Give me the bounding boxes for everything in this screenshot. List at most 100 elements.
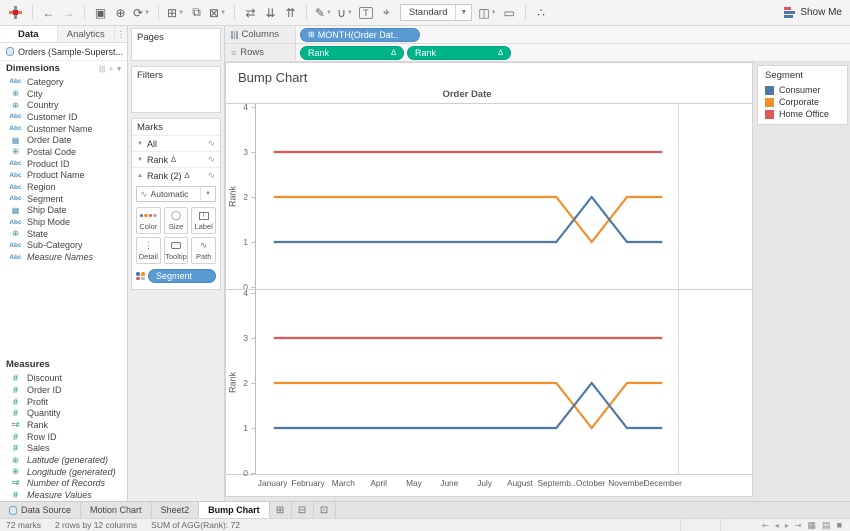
series-line-corporate[interactable] xyxy=(273,195,663,244)
dimension-field[interactable]: Abc Measure Names xyxy=(0,251,127,263)
measure-field[interactable]: # Discount xyxy=(0,372,127,384)
legend-item-home-office[interactable]: Home Office xyxy=(758,108,847,120)
dimension-field[interactable]: ▦ Ship Date xyxy=(0,205,127,217)
rows-pill-rank-2[interactable]: Rank ∆ xyxy=(407,45,511,60)
measure-field[interactable]: =# Number of Records xyxy=(0,478,127,490)
next-sheet-icon[interactable]: ▸ xyxy=(783,521,791,530)
hierarchy-plus-icon[interactable]: ⊞ xyxy=(308,30,315,39)
dimension-field[interactable]: Abc Segment xyxy=(0,193,127,205)
chevron-down-icon[interactable]: ▼ xyxy=(455,5,471,20)
sheet-tab-motion-chart[interactable]: Motion Chart xyxy=(81,502,152,518)
clear-sheet-button[interactable]: ⊠ ▼ xyxy=(207,3,228,23)
view-size-select[interactable]: Standard ▼ xyxy=(399,4,473,21)
highlight-button[interactable]: ✎ ▼ xyxy=(313,3,334,23)
measure-field[interactable]: =# Rank xyxy=(0,419,127,431)
fix-axes-button[interactable]: ⌖ xyxy=(377,3,396,23)
undo-button[interactable]: ← xyxy=(39,3,58,23)
measure-field[interactable]: # Profit xyxy=(0,396,127,408)
measure-field[interactable]: # Measure Values xyxy=(0,489,127,501)
refresh-data-button[interactable]: ⟳ ▼ xyxy=(131,3,152,23)
columns-shelf[interactable]: Columns ⊞ MONTH(Order Dat.. xyxy=(225,26,850,44)
rows-pill-rank-1[interactable]: Rank ∆ xyxy=(300,45,404,60)
show-sheet-sorter-icon[interactable]: ■ xyxy=(835,520,844,530)
legend-item-corporate[interactable]: Corporate xyxy=(758,96,847,108)
last-sheet-icon[interactable]: ⇥ xyxy=(793,521,804,530)
series-line-consumer[interactable] xyxy=(273,195,663,244)
sheet-tab-sheet2[interactable]: Sheet2 xyxy=(151,502,200,518)
pane-menu-icon[interactable]: ▾ xyxy=(117,64,121,74)
dimension-field[interactable]: ⊕ Country xyxy=(0,99,127,111)
dimension-field[interactable]: Abc Region xyxy=(0,181,127,193)
measure-field[interactable]: # Quantity xyxy=(0,408,127,420)
measure-field[interactable]: ⊕ Latitude (generated) xyxy=(0,454,127,466)
dimension-field[interactable]: Abc Customer Name xyxy=(0,123,127,135)
y-axis[interactable]: Rank 4 3 2 1 0 xyxy=(226,288,255,478)
dimension-field[interactable]: Abc Ship Mode xyxy=(0,216,127,228)
pages-shelf[interactable]: Pages xyxy=(131,28,221,61)
columns-pill-month-order-date[interactable]: ⊞ MONTH(Order Dat.. xyxy=(300,27,420,42)
dimension-field[interactable]: ▦ Order Date xyxy=(0,134,127,146)
plot-area[interactable] xyxy=(255,290,679,474)
dimension-field[interactable]: ⊕ State xyxy=(0,228,127,240)
show-mark-labels-button[interactable]: T xyxy=(358,6,373,19)
new-data-source-button[interactable]: ⊕ xyxy=(111,3,130,23)
sheet-tab-bump-chart[interactable]: Bump Chart xyxy=(199,502,270,518)
duplicate-sheet-button[interactable]: ⧉ xyxy=(187,3,206,23)
color-button[interactable]: Color xyxy=(136,207,161,234)
measure-field[interactable]: # Row ID xyxy=(0,431,127,443)
filters-shelf[interactable]: Filters xyxy=(131,66,221,113)
color-legend[interactable]: Segment Consumer Corporate Home Office xyxy=(757,65,848,125)
find-field-icon[interactable]: ⌕ xyxy=(109,64,113,74)
measure-field[interactable]: # Sales xyxy=(0,443,127,455)
marks-card-row-rank-2-[interactable]: ▲ Rank (2) ∆ ∿ xyxy=(132,167,220,183)
chevron-down-icon[interactable]: ▼ xyxy=(137,157,144,163)
legend-item-consumer[interactable]: Consumer xyxy=(758,84,847,96)
show-me-button[interactable]: Show Me xyxy=(784,7,842,18)
sheet-tab-data-source[interactable]: Data Source xyxy=(0,502,82,518)
marks-card-row-rank[interactable]: ▼ Rank ∆ ∿ xyxy=(132,151,220,167)
sort-ascending-button[interactable]: ⇊ xyxy=(261,3,280,23)
data-pane-tab-analytics[interactable]: Analytics xyxy=(57,26,115,42)
first-sheet-icon[interactable]: ⇤ xyxy=(760,521,771,530)
series-line-corporate[interactable] xyxy=(273,381,663,430)
data-pane-tab-data[interactable]: Data xyxy=(0,26,58,42)
new-worksheet-tab-button[interactable]: ⊞ xyxy=(270,502,292,518)
chevron-down-icon[interactable]: ▼ xyxy=(137,141,144,147)
previous-sheet-icon[interactable]: ◂ xyxy=(773,521,781,530)
group-members-button[interactable]: ∪ ▼ xyxy=(335,3,355,23)
label-button[interactable]: T Label xyxy=(191,207,216,234)
dimension-field[interactable]: Abc Product ID xyxy=(0,158,127,170)
measure-field[interactable]: ⊕ Longitude (generated) xyxy=(0,466,127,478)
save-button[interactable]: ▣ xyxy=(91,3,110,23)
column-field-header[interactable]: Order Date xyxy=(255,89,679,103)
plot-area[interactable] xyxy=(255,104,679,289)
view-columns-icon[interactable]: ||| xyxy=(99,64,105,74)
marks-pill-segment[interactable]: Segment xyxy=(148,269,216,283)
show-tabs-icon[interactable]: ▦ xyxy=(806,520,819,531)
mark-type-select[interactable]: ∿ Automatic ▼ xyxy=(136,186,216,202)
dimension-field[interactable]: Abc Category xyxy=(0,76,127,88)
y-axis[interactable]: Rank 4 3 2 1 0 xyxy=(226,102,255,292)
chevron-down-icon[interactable]: ▼ xyxy=(200,187,215,201)
dimension-field[interactable]: Abc Product Name xyxy=(0,170,127,182)
show-filmstrip-icon[interactable]: ▤ xyxy=(820,520,833,531)
presentation-mode-button[interactable]: ▭ xyxy=(500,3,519,23)
path-button[interactable]: ∿ Path xyxy=(191,237,216,264)
new-story-button[interactable]: ⊡ xyxy=(314,502,336,518)
sort-descending-button[interactable]: ⇈ xyxy=(281,3,300,23)
datasource-item[interactable]: Orders (Sample-Superst... xyxy=(0,43,127,61)
detail-button[interactable]: ⋮ Detail xyxy=(136,237,161,264)
fit-selector-button[interactable]: ◫ ▼ xyxy=(476,3,498,23)
chevron-up-icon[interactable]: ▲ xyxy=(137,173,144,179)
new-dashboard-button[interactable]: ⊟ xyxy=(292,502,314,518)
redo-button[interactable]: → xyxy=(59,3,78,23)
series-line-consumer[interactable] xyxy=(273,381,663,430)
size-button[interactable]: ◯ Size xyxy=(163,207,189,234)
dimension-field[interactable]: Abc Sub-Category xyxy=(0,240,127,252)
swap-rows-columns-button[interactable]: ⇄ xyxy=(241,3,260,23)
marks-card-row-all[interactable]: ▼ All ∿ xyxy=(132,135,220,151)
tooltip-button[interactable]: Tooltip xyxy=(163,237,189,264)
pane-options-icon[interactable]: ⋮ xyxy=(115,26,127,42)
rows-shelf[interactable]: ≡ Rows Rank ∆ Rank ∆ xyxy=(225,44,850,62)
dimension-field[interactable]: ⊕ City xyxy=(0,88,127,100)
